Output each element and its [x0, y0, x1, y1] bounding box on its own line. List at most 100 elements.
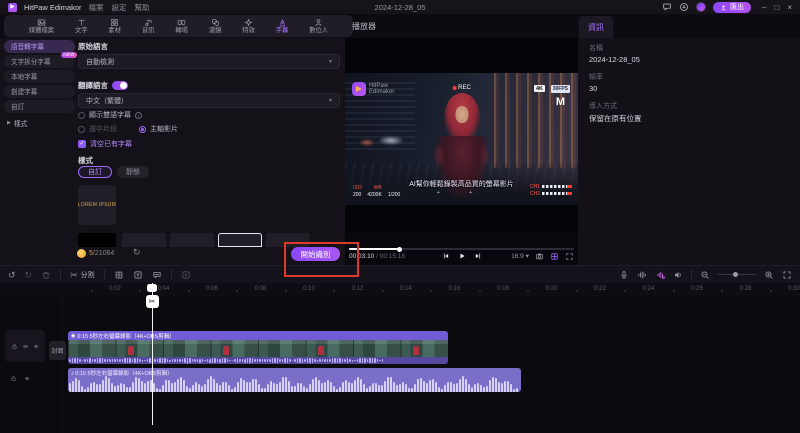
tab-label: 素材	[108, 26, 121, 34]
mosaic-icon[interactable]	[114, 270, 124, 280]
tab-audio[interactable]: 音訊	[142, 18, 154, 35]
style-tile-2[interactable]	[78, 233, 116, 247]
total-time: 00:15:18	[379, 252, 406, 260]
scope-maintrack-radio[interactable]	[139, 125, 146, 133]
feedback-icon[interactable]	[662, 2, 672, 12]
video-frame[interactable]: ▶ HitPaw Edimakor REC 4K 30FPS M ISO WB 20…	[345, 73, 578, 205]
titlebar-actions: 匯出 – □ ×	[662, 1, 792, 13]
video-clip-label: 0:15 5秒左右螢幕錄影（4K+OBS剪輯）	[77, 333, 175, 340]
redo-icon[interactable]: ↻	[25, 270, 33, 280]
lock-icon[interactable]	[11, 343, 18, 350]
tab-effects[interactable]: 特效	[242, 18, 255, 35]
speaker-icon[interactable]	[673, 270, 683, 280]
effects-icon	[244, 18, 253, 27]
style-tile-4[interactable]	[170, 233, 214, 247]
previous-frame-button[interactable]	[442, 252, 450, 260]
ribbon-tabs: 媒體檔案 文字 素材 音訊 轉場 濾鏡 特效 字幕 數位人	[4, 15, 353, 37]
fullscreen-icon[interactable]	[565, 252, 574, 261]
playhead-handle[interactable]	[147, 284, 157, 292]
refresh-icon[interactable]: ↻	[133, 247, 141, 258]
chevron-down-icon: ▾	[328, 59, 332, 65]
zoom-in-icon[interactable]	[764, 270, 774, 280]
export-button[interactable]: 匯出	[713, 1, 752, 13]
aspect-ratio-select[interactable]: 16:9 ▾	[511, 252, 529, 261]
style-preview-tile[interactable]: LOREM IPSUM	[78, 185, 116, 225]
sidebar-item-style-expander[interactable]: ▶ 樣式	[4, 115, 75, 128]
add-text-icon[interactable]	[133, 270, 143, 280]
visibility-icon[interactable]	[22, 343, 29, 350]
mute-icon[interactable]	[33, 343, 40, 350]
microphone-icon[interactable]	[619, 270, 629, 280]
audio-clip[interactable]: ♪ 0:15 5秒左右螢幕錄影（4K+OBS剪輯）	[68, 368, 521, 392]
style-tile-3[interactable]	[122, 233, 166, 247]
minimize-button[interactable]: –	[762, 3, 766, 12]
audio-channel-meters: CH1 CH2	[530, 184, 572, 198]
playhead-scissors-button[interactable]: ✂	[145, 295, 159, 308]
fit-timeline-icon[interactable]	[782, 270, 792, 280]
source-language-select[interactable]: 自動檢測 ▾	[78, 54, 340, 69]
timeline-zoom-slider[interactable]	[718, 272, 756, 277]
sidebar-item-3[interactable]: 本地字幕	[4, 70, 75, 83]
tab-avatar[interactable]: 數位人	[309, 18, 328, 35]
translate-toggle[interactable]	[112, 81, 128, 90]
tab-filter[interactable]: 濾鏡	[209, 18, 221, 35]
mute-icon[interactable]	[24, 375, 31, 382]
menu-bar: 檔案 設定 幫助	[89, 2, 150, 13]
info-field-value: 保留在原有位置	[589, 114, 642, 123]
audio-track-header	[10, 375, 31, 382]
maximize-button[interactable]: □	[774, 3, 779, 12]
audio-wave-icon[interactable]	[637, 270, 647, 280]
avatar[interactable]	[696, 2, 707, 12]
toolbar-divider	[60, 269, 62, 280]
tab-transition[interactable]: 轉場	[175, 18, 188, 35]
translate-language-select[interactable]: 中文（繁體） ▾	[78, 93, 340, 108]
timeline-ruler[interactable]: 0:02 0:04 0:06 0:08 0:10 0:12 0:14 0:16 0:18 0:20…	[0, 283, 800, 297]
sidebar-item-4[interactable]: 創建字幕	[4, 85, 75, 98]
split-button[interactable]: ✂ 分割	[70, 270, 95, 280]
audio-clip-waveform	[68, 375, 521, 392]
sidebar-item-5[interactable]: 自訂	[4, 100, 75, 113]
tab-text[interactable]: 文字	[75, 18, 88, 35]
split-screen-icon[interactable]	[550, 252, 559, 261]
close-button[interactable]: ×	[787, 3, 792, 12]
tab-elements[interactable]: 素材	[108, 18, 121, 35]
add-subtitle-icon[interactable]	[152, 270, 162, 280]
delete-icon[interactable]	[41, 270, 51, 280]
snapshot-icon[interactable]	[535, 252, 544, 261]
tab-subtitle[interactable]: 字幕	[276, 18, 288, 35]
ruler-tick	[769, 290, 772, 292]
style-tab-static[interactable]: 靜態	[117, 166, 149, 178]
credits: 5/21064	[89, 250, 114, 257]
bilingual-radio[interactable]	[78, 111, 85, 119]
add-track-icon[interactable]	[181, 270, 191, 280]
aspect-ratio-value: 16:9	[511, 252, 524, 260]
sidebar-item-1[interactable]: 語音轉字幕	[4, 40, 75, 53]
cover-button[interactable]: 封面	[49, 341, 66, 360]
menu-item-2[interactable]: 設定	[112, 2, 127, 13]
filter-icon	[211, 18, 220, 27]
sidebar-item-2[interactable]: 文字拆分字幕 NEW	[4, 52, 77, 68]
ruler-label: 0:06	[206, 286, 218, 292]
tab-info[interactable]: 資訊	[579, 16, 613, 38]
tab-media[interactable]: 媒體檔案	[29, 18, 54, 35]
clear-existing-checkbox[interactable]: ✓	[78, 140, 86, 148]
menu-item-3[interactable]: 幫助	[135, 2, 150, 13]
scope-selected-radio[interactable]	[78, 125, 85, 133]
lock-icon[interactable]	[10, 375, 17, 382]
video-clip[interactable]: ◉ 0:15 5秒左右螢幕錄影（4K+OBS剪輯）	[68, 331, 448, 364]
zoom-out-icon[interactable]	[700, 270, 710, 280]
subtitle-panel: 語音轉字幕 文字拆分字幕 NEW 本地字幕 創建字幕 自訂 ▶ 樣式 原始語言 自動檢測 ▾ …	[0, 38, 345, 265]
ruler-label: 0:20	[545, 286, 558, 292]
chevron-right-icon: ▶	[7, 120, 11, 126]
style-tile-5[interactable]	[218, 233, 262, 247]
export-icon	[720, 4, 727, 11]
play-button[interactable]	[458, 252, 466, 260]
undo-icon[interactable]: ↺	[8, 270, 16, 280]
denoise-icon[interactable]	[655, 270, 665, 280]
download-icon[interactable]	[679, 2, 689, 12]
next-frame-button[interactable]	[474, 252, 482, 260]
ruler-tick	[139, 290, 142, 292]
export-label: 匯出	[730, 4, 745, 11]
style-tab-custom[interactable]: 自訂	[78, 166, 112, 178]
menu-item-1[interactable]: 檔案	[89, 2, 104, 13]
